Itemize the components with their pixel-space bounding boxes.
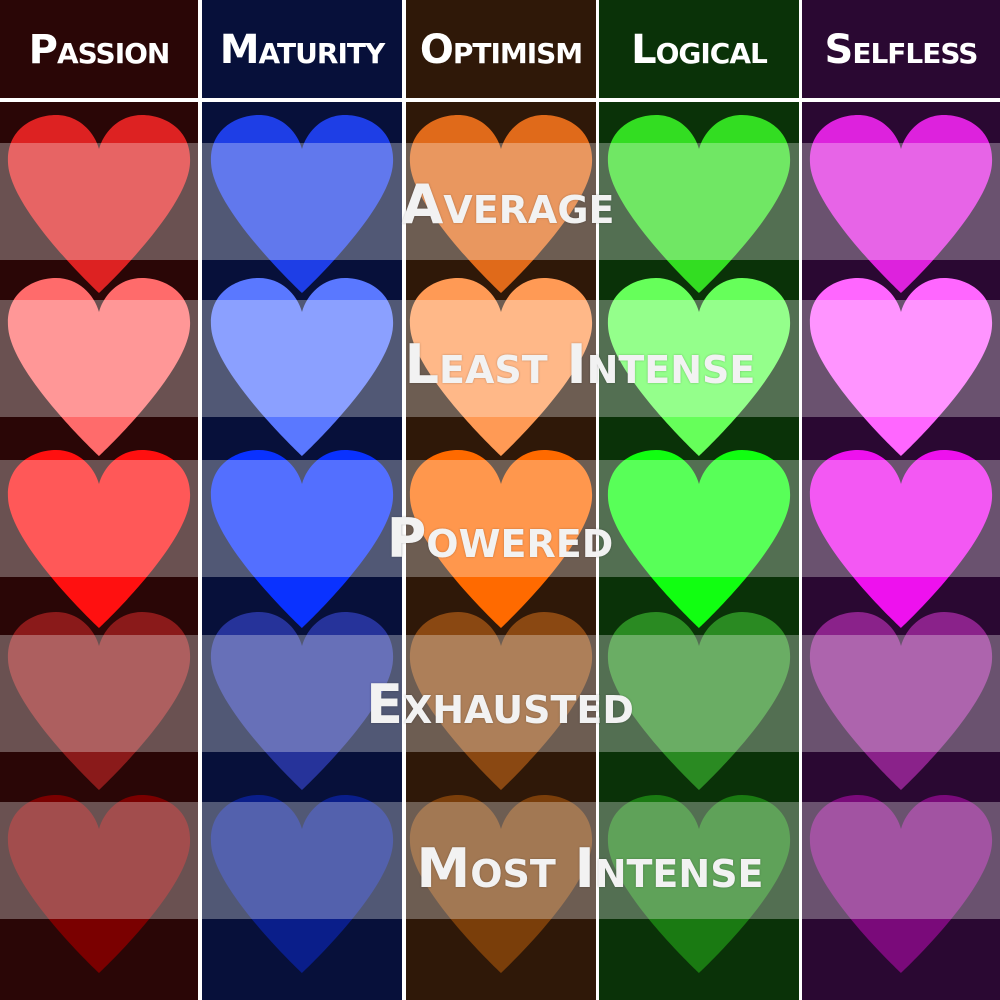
row-label-powered: Powered bbox=[386, 507, 614, 570]
column-title: Optimism bbox=[419, 27, 583, 73]
row-label-average: Average bbox=[401, 173, 615, 236]
row-label-exhausted: Exhausted bbox=[366, 673, 634, 736]
column-title: Logical bbox=[631, 27, 768, 73]
row-label-least-intense: Least Intense bbox=[404, 333, 756, 396]
column-header-logical: Logical bbox=[599, 0, 799, 100]
header-divider bbox=[0, 98, 1000, 102]
column-title: Maturity bbox=[219, 27, 385, 73]
column-title: Selfless bbox=[824, 27, 979, 73]
emotion-heart-chart: Passion Maturity Optimism Logical Selfle… bbox=[0, 0, 1000, 1000]
row-label-most-intense: Most Intense bbox=[416, 837, 764, 900]
column-header-optimism: Optimism bbox=[406, 0, 596, 100]
column-header-passion: Passion bbox=[0, 0, 198, 100]
column-title: Passion bbox=[28, 27, 171, 73]
column-header-maturity: Maturity bbox=[202, 0, 402, 100]
column-header-selfless: Selfless bbox=[802, 0, 1000, 100]
